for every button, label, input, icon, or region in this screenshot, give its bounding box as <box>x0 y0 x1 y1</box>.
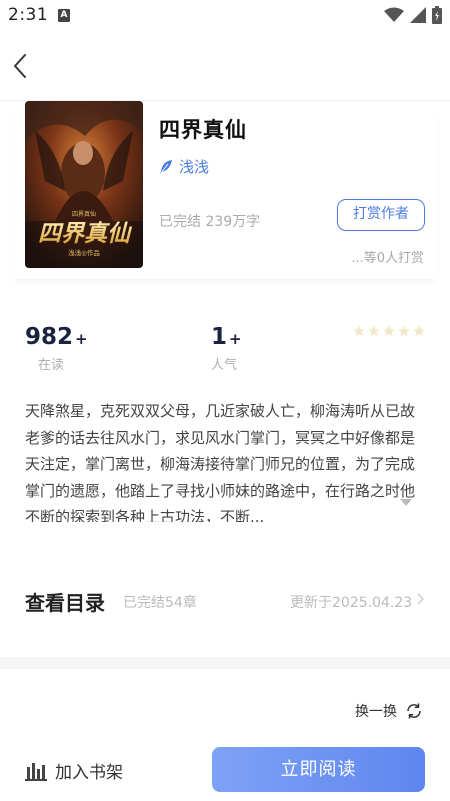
back-button[interactable] <box>8 50 36 82</box>
status-bar: 2:31 A <box>0 0 450 32</box>
bookshelf-icon <box>25 762 47 781</box>
rating-stars <box>352 324 426 338</box>
stat-popularity-suffix: + <box>229 330 242 348</box>
status-time: 2:31 <box>8 5 49 25</box>
refresh-button[interactable]: 换一换 <box>355 701 423 721</box>
cover-author-text: 浅浅◎作品 <box>68 248 100 257</box>
add-to-bookshelf-button[interactable]: 加入书架 <box>25 758 123 783</box>
catalog-title: 查看目录 <box>25 591 105 615</box>
book-title: 四界真仙 <box>159 118 247 142</box>
section-divider <box>0 657 450 669</box>
stat-popularity-value: 1 <box>211 324 228 350</box>
stat-readers-value: 982 <box>25 324 74 350</box>
stat-popularity: 1 + 人气 <box>211 324 242 373</box>
star-icon <box>368 325 380 337</box>
book-cover[interactable]: 四界真仙 四界真仙 浅浅◎作品 <box>25 101 143 268</box>
book-header-card: 四界真仙 四界真仙 浅浅◎作品 四界真仙 浅浅 已完结 239万字 打赏作者 .… <box>12 101 438 279</box>
reward-author-button[interactable]: 打赏作者 <box>337 199 425 231</box>
stat-readers-label: 在读 <box>38 358 65 373</box>
author-name: 浅浅 <box>179 158 210 176</box>
signal-icon <box>410 7 426 23</box>
feather-icon <box>160 159 172 174</box>
status-icons <box>384 6 442 24</box>
view-catalog-row[interactable]: 查看目录 已完结54章 更新于2025.04.23 <box>0 578 450 622</box>
catalog-status: 已完结54章 <box>123 595 197 611</box>
stat-readers-suffix: + <box>75 330 88 348</box>
wifi-icon <box>384 7 404 22</box>
expand-synopsis-icon[interactable] <box>400 499 412 506</box>
star-icon <box>353 325 365 337</box>
author-link[interactable]: 浅浅 <box>159 156 209 177</box>
cover-top-text: 四界真仙 <box>72 210 96 218</box>
reward-count: ...等0人打赏 <box>351 251 424 266</box>
star-icon <box>413 325 425 337</box>
bookshelf-label: 加入书架 <box>55 763 123 783</box>
star-icon <box>398 325 410 337</box>
stat-popularity-label: 人气 <box>211 358 238 373</box>
read-now-button[interactable]: 立即阅读 <box>212 747 425 792</box>
app-notification-icon: A <box>58 9 70 22</box>
refresh-icon <box>407 703 421 719</box>
star-icon <box>383 325 395 337</box>
back-arrow-icon <box>14 54 26 78</box>
refresh-label: 换一换 <box>355 704 397 720</box>
book-cover-art: 四界真仙 四界真仙 浅浅◎作品 <box>25 101 143 268</box>
book-meta: 已完结 239万字 <box>159 214 261 230</box>
battery-icon <box>432 6 442 24</box>
stat-readers: 982 + 在读 <box>25 324 88 373</box>
chevron-right-icon <box>417 593 425 605</box>
cover-title-text: 四界真仙 <box>38 220 133 247</box>
book-synopsis[interactable]: 天降煞星，克死双双父母，几近家破人亡，柳海涛听从已故老爹的话去往风水门，求见风水… <box>25 398 427 522</box>
catalog-update-date: 更新于2025.04.23 <box>290 595 413 611</box>
